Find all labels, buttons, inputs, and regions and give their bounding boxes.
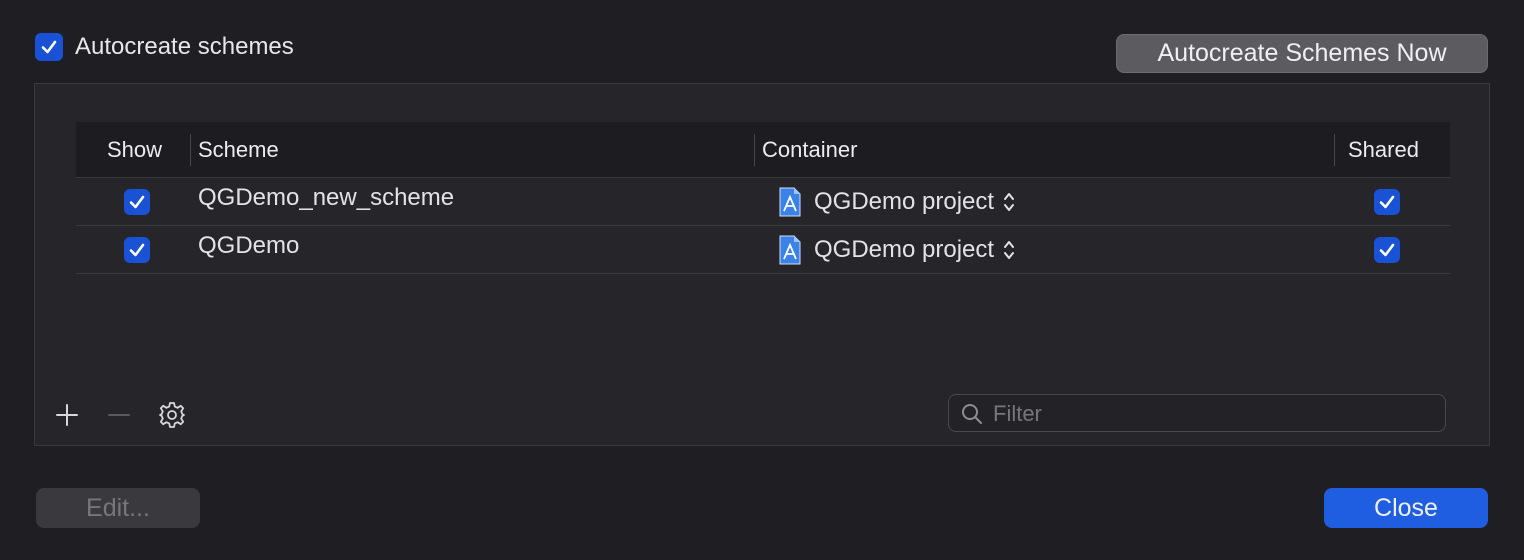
- column-header-show[interactable]: Show: [107, 122, 162, 178]
- minus-icon: [108, 414, 130, 416]
- checkmark-icon: [1379, 195, 1395, 209]
- shared-checkbox[interactable]: [1374, 237, 1400, 263]
- column-divider[interactable]: [190, 134, 191, 166]
- scheme-settings-button[interactable]: [157, 398, 187, 432]
- filter-input[interactable]: [991, 395, 1435, 433]
- container-label: QGDemo project: [814, 236, 995, 263]
- column-header-container[interactable]: Container: [762, 122, 857, 178]
- xcode-project-icon: [779, 235, 801, 265]
- plus-icon: [56, 404, 78, 426]
- autocreate-schemes-label: Autocreate schemes: [75, 33, 294, 60]
- checkmark-icon: [129, 243, 145, 257]
- up-down-chevron-icon: [1004, 193, 1015, 211]
- show-checkbox[interactable]: [124, 237, 150, 263]
- autocreate-schemes-checkbox[interactable]: [35, 33, 63, 61]
- edit-button[interactable]: Edit...: [36, 488, 200, 528]
- checkmark-icon: [1379, 243, 1395, 257]
- table-row[interactable]: QGDemo_new_scheme QGDemo project: [76, 178, 1450, 226]
- column-divider[interactable]: [754, 134, 755, 166]
- close-button[interactable]: Close: [1324, 488, 1488, 528]
- checkmark-icon: [129, 195, 145, 209]
- filter-field[interactable]: [948, 394, 1446, 433]
- column-header-shared[interactable]: Shared: [1348, 122, 1419, 178]
- column-divider[interactable]: [1334, 134, 1335, 166]
- xcode-project-icon: [779, 187, 801, 217]
- shared-checkbox[interactable]: [1374, 189, 1400, 215]
- up-down-chevron-icon: [1004, 241, 1015, 259]
- add-scheme-button[interactable]: [52, 398, 82, 432]
- scheme-name: QGDemo_new_scheme: [198, 184, 455, 211]
- autocreate-schemes-now-button[interactable]: Autocreate Schemes Now: [1116, 34, 1488, 73]
- container-popup[interactable]: QGDemo project: [778, 234, 1016, 266]
- container-label: QGDemo project: [814, 188, 995, 215]
- scheme-name: QGDemo: [198, 232, 300, 259]
- magnifier-icon: [962, 404, 982, 424]
- table-row[interactable]: QGDemo QGDemo project: [76, 226, 1450, 274]
- show-checkbox[interactable]: [124, 189, 150, 215]
- gear-icon: [159, 402, 185, 428]
- column-header-scheme[interactable]: Scheme: [198, 122, 279, 178]
- remove-scheme-button[interactable]: [104, 398, 134, 432]
- checkmark-icon: [41, 40, 57, 54]
- container-popup[interactable]: QGDemo project: [778, 186, 1016, 218]
- table-header: Show Scheme Container Shared: [76, 122, 1450, 178]
